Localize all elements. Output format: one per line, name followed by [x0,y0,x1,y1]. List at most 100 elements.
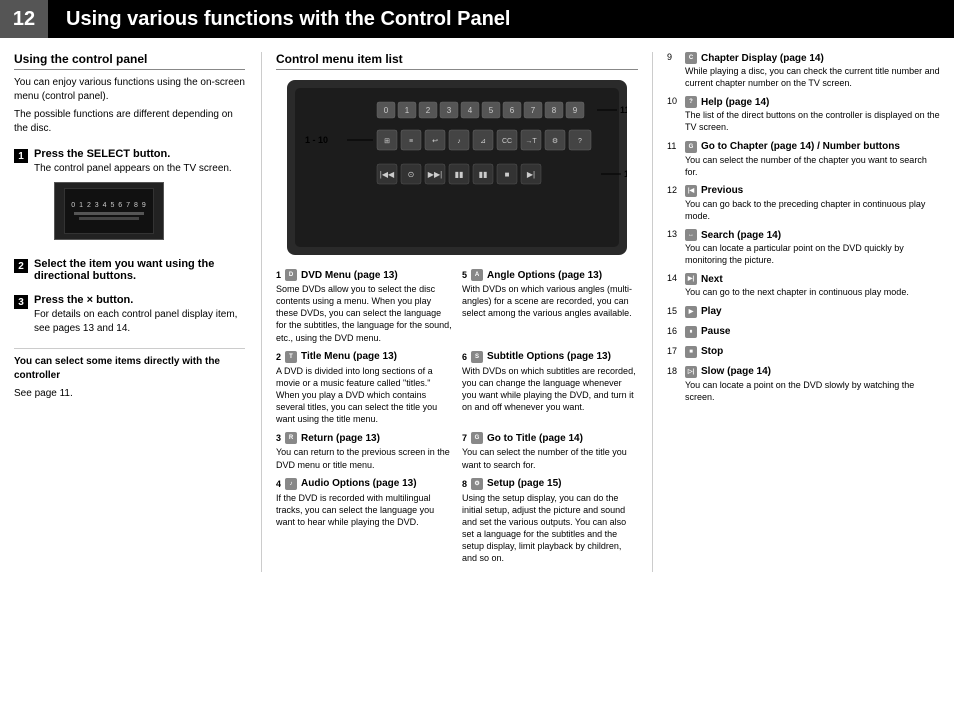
item-8-desc: Using the setup display, you can do the … [462,492,638,565]
play-icon: ▶ [685,306,697,318]
item-4-num: 4 [276,479,281,489]
item-8: 8 ⚙ Setup (page 15) Using the setup disp… [462,478,638,565]
right-header-12: |◀ Previous [685,185,940,197]
item-7-num: 7 [462,433,467,443]
step-1-number: 1 [14,149,28,163]
svg-text:⊞: ⊞ [384,138,390,145]
item-2-title: Title Menu (page 13) [301,351,397,362]
right-content-15: ▶ Play [685,306,722,319]
item-6: 6 S Subtitle Options (page 13) With DVDs… [462,351,638,426]
right-header-11: G Go to Chapter (page 14) / Number butto… [685,141,940,153]
svg-text:|◀◀: |◀◀ [380,170,395,179]
item-6-header: 6 S Subtitle Options (page 13) [462,351,638,363]
note-heading: You can select some items directly with … [14,356,220,381]
right-content-11: G Go to Chapter (page 14) / Number butto… [685,141,940,178]
right-content-14: ▶| Next You can go to the next chapter i… [685,273,909,298]
step-3-content: Press the × button. For details on each … [34,294,245,338]
svg-text:3: 3 [447,106,452,115]
right-content-10: ? Help (page 14) The list of the direct … [685,96,940,133]
item-2: 2 T Title Menu (page 13) A DVD is divide… [276,351,452,426]
right-header-17: ■ Stop [685,346,723,358]
right-num-18: 18 [667,366,681,376]
right-desc-12: You can go back to the preceding chapter… [685,198,940,222]
svg-text:11: 11 [620,105,627,115]
right-num-17: 17 [667,346,681,356]
tv-bar-2 [79,217,139,220]
right-content-13: ↔ Search (page 14) You can locate a part… [685,229,940,266]
svg-text:⚙: ⚙ [552,137,558,145]
right-header-18: ▷| Slow (page 14) [685,366,940,378]
stop-icon: ■ [685,346,697,358]
return-icon: R [285,432,297,444]
panel-diagram-svg: 0 1 2 3 4 5 6 7 8 9 [287,80,627,255]
right-num-13: 13 [667,229,681,239]
right-content-16: ⏸ Pause [685,326,730,339]
panel-diagram-wrapper: 0 1 2 3 4 5 6 7 8 9 [287,80,627,255]
item-4-header: 4 ♪ Audio Options (page 13) [276,478,452,490]
right-item-17: 17 ■ Stop [667,346,940,359]
item-7-desc: You can select the number of the title y… [462,446,638,470]
right-title-16: Pause [701,326,730,337]
title-icon: T [285,351,297,363]
right-desc-9: While playing a disc, you can check the … [685,65,940,89]
right-header-16: ⏸ Pause [685,326,730,338]
svg-text:1: 1 [405,106,410,115]
next-icon: ▶| [685,273,697,285]
right-content-9: C Chapter Display (page 14) While playin… [685,52,940,89]
svg-text:12-18: 12-18 [624,169,627,179]
item-7-header: 7 G Go to Title (page 14) [462,432,638,444]
svg-text:→T: →T [525,138,537,145]
right-title-15: Play [701,306,722,317]
svg-text:9: 9 [573,106,578,115]
items-grid: 1 D DVD Menu (page 13) Some DVDs allow y… [276,269,638,572]
middle-column: Control menu item list [262,52,652,572]
angle-icon: A [471,269,483,281]
tv-image: 0 1 2 3 4 5 6 7 8 9 [54,182,164,240]
item-4: 4 ♪ Audio Options (page 13) If the DVD i… [276,478,452,565]
svg-text:♪: ♪ [457,138,461,145]
right-header-13: ↔ Search (page 14) [685,229,940,241]
item-8-title: Setup (page 15) [487,478,561,489]
step-2-heading: Select the item you want using the direc… [34,258,245,282]
svg-text:▶|: ▶| [527,170,535,179]
page-number: 12 [0,0,48,38]
note-body: See page 11. [14,387,245,401]
svg-text:6: 6 [510,106,515,115]
item-3-desc: You can return to the previous screen in… [276,446,452,470]
svg-text:CC: CC [502,138,512,145]
item-5-desc: With DVDs on which various angles (multi… [462,283,638,319]
item-5: 5 A Angle Options (page 13) With DVDs on… [462,269,638,344]
item-8-header: 8 ⚙ Setup (page 15) [462,478,638,490]
right-item-15: 15 ▶ Play [667,306,940,319]
right-content-17: ■ Stop [685,346,723,359]
right-desc-14: You can go to the next chapter in contin… [685,286,909,298]
goto-chapter-icon: G [685,141,697,153]
item-3-title: Return (page 13) [301,433,380,444]
svg-text:2: 2 [426,106,431,115]
page-title: Using various functions with the Control… [48,0,954,38]
item-6-desc: With DVDs on which subtitles are recorde… [462,365,638,414]
item-2-num: 2 [276,352,281,362]
left-column: Using the control panel You can enjoy va… [14,52,262,572]
right-content-18: ▷| Slow (page 14) You can locate a point… [685,366,940,403]
control-menu-title: Control menu item list [276,52,638,70]
item-1-title: DVD Menu (page 13) [301,270,398,281]
right-desc-13: You can locate a particular point on the… [685,242,940,266]
right-num-12: 12 [667,185,681,195]
steps-list: 1 Press the SELECT button. The control p… [14,148,245,338]
item-6-title: Subtitle Options (page 13) [487,351,611,362]
note-box: You can select some items directly with … [14,348,245,401]
right-num-11: 11 [667,141,681,151]
item-1: 1 D DVD Menu (page 13) Some DVDs allow y… [276,269,452,344]
svg-text:▮▮: ▮▮ [455,170,464,179]
subtitle-icon: S [471,351,483,363]
right-header-14: ▶| Next [685,273,909,285]
step-3-heading: Press the × button. [34,294,245,306]
right-header-15: ▶ Play [685,306,722,318]
right-num-15: 15 [667,306,681,316]
item-5-header: 5 A Angle Options (page 13) [462,269,638,281]
right-title-12: Previous [701,185,743,196]
right-num-16: 16 [667,326,681,336]
tv-text-numbers: 0 1 2 3 4 5 6 7 8 9 [71,202,146,209]
step-1-heading: Press the SELECT button. [34,148,245,160]
